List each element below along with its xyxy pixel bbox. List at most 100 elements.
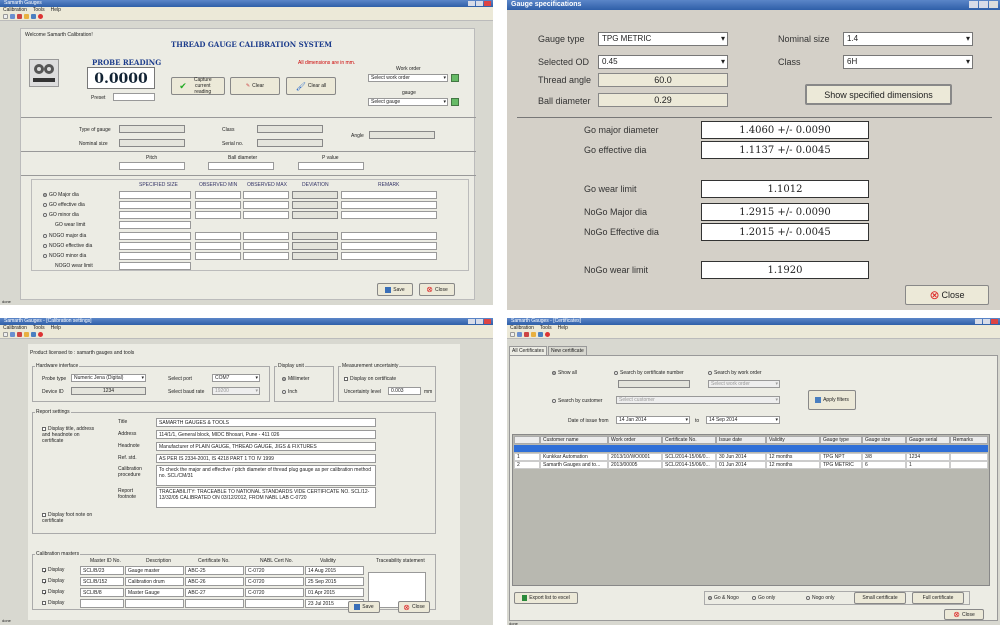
cell-nogo-2-2[interactable] [243,252,289,260]
cell-go-1-1[interactable] [195,201,241,209]
cell-go-1-2[interactable] [243,201,289,209]
master-cell-desc[interactable]: Gauge master [125,566,184,575]
cell-nogo-1-2[interactable] [243,242,289,250]
grid-cell[interactable]: SCL/2014-15/06/0... [662,461,716,469]
display-foot-checkbox[interactable]: Display foot note on certificate [42,512,102,524]
cell-go-1-4[interactable] [341,201,437,209]
grid-cell[interactable]: 01 Jun 2014 [716,461,766,469]
master-cell-nabl[interactable]: C-0720 [245,566,304,575]
grid-header[interactable]: Customer name [540,436,608,444]
maximize-button[interactable] [983,319,990,324]
gauge-select[interactable]: Select gauge [368,98,448,106]
row-label-nogo-1[interactable]: NOGO effective dia [43,243,92,249]
grid-cell[interactable]: 3/8 [862,453,906,461]
grid-header[interactable]: Gauge serial [906,436,950,444]
master-cell-cert[interactable]: ABC-27 [185,588,244,597]
grid-cell[interactable]: SCL/2014-15/06/0... [662,453,716,461]
row-label-go-0[interactable]: GO Major dia [43,192,79,198]
minimize-button[interactable] [468,319,475,324]
inch-radio[interactable]: Inch [282,389,297,395]
open-icon[interactable] [517,332,522,337]
window-controls[interactable] [969,1,998,8]
export-button[interactable]: Export list to excel [514,592,578,604]
gauge-icon[interactable] [524,332,529,337]
window-controls[interactable] [975,319,998,324]
new-row-indicator[interactable] [514,445,988,452]
cell-go-0-2[interactable] [243,191,289,199]
headnote-input[interactable]: Manufacturer of PLAIN GAUGE, THREAD GAUG… [156,442,376,451]
full-cert-button[interactable]: Full certificate [912,592,964,604]
cell-nogo-2-1[interactable] [195,252,241,260]
cell-nogo-2-4[interactable] [341,252,437,260]
cell-go-2-4[interactable] [341,211,437,219]
grid-cell[interactable]: 6 [862,461,906,469]
title-input[interactable]: SAMARTH GAUGES & TOOLS [156,418,376,427]
new-icon[interactable] [3,332,8,337]
row-label-go-1[interactable]: GO effective dia [43,202,85,208]
cell-nogo-1-1[interactable] [195,242,241,250]
save-button[interactable]: Save [377,283,413,296]
gauge-icon[interactable] [17,332,22,337]
user-icon[interactable] [24,332,29,337]
open-icon[interactable] [10,14,15,19]
grid-cell[interactable]: 12 months [766,453,820,461]
report-foot-input[interactable]: TRACEABILITY: TRACEABLE TO NATIONAL STAN… [156,487,376,508]
master-cell-id[interactable]: SCL/B/23 [80,566,124,575]
cell-nogo-0-1[interactable] [195,232,241,240]
master-display-checkbox[interactable]: ✓Display [42,578,64,586]
master-cell-nabl[interactable]: C-0720 [245,577,304,586]
menu-calibration[interactable]: Calibration [510,325,534,331]
menu-calibration[interactable]: Calibration [3,325,27,331]
baud-select[interactable]: 19200 [212,387,260,395]
menu-tools[interactable]: Tools [33,7,45,13]
master-cell-desc[interactable]: Calibration drum [125,577,184,586]
grid-cell[interactable]: TPG NPT [820,453,862,461]
grid-cell[interactable] [950,453,988,461]
uncertainty-input[interactable]: 0.003 [388,387,421,395]
grid-header[interactable]: Work order [608,436,662,444]
go-only-radio[interactable]: Go only [752,595,775,601]
nogo-only-radio[interactable]: Nogo only [806,595,835,601]
grid-cell[interactable]: 1 [514,453,540,461]
grid-cell[interactable]: 2013/10/WO0001 [608,453,662,461]
grid-cell[interactable]: 1 [906,461,950,469]
small-cert-button[interactable]: Small certificate [854,592,906,604]
clear-all-button[interactable]: 🖌 Clear all [286,77,336,95]
date-to-picker[interactable]: 14 Sep 2014 [706,416,780,424]
maximize-button[interactable] [476,319,483,324]
master-cell-cert[interactable]: ABC-25 [185,566,244,575]
window-controls[interactable] [468,1,491,6]
row-label-nogo-3[interactable]: NOGO wear limit [55,263,93,269]
close-window-button[interactable] [484,1,491,6]
close-window-button[interactable] [991,319,998,324]
window-controls[interactable] [468,319,491,324]
cell-go-0-1[interactable] [195,191,241,199]
user-icon[interactable] [24,14,29,19]
close-window-button[interactable] [484,319,491,324]
search-cert-radio[interactable]: Search by certificate number [614,370,684,376]
grid-header[interactable]: Gauge type [820,436,862,444]
port-select[interactable]: COM7 [212,374,260,382]
apply-filters-button[interactable]: Apply filters [808,390,856,410]
row-label-nogo-2[interactable]: NOGO minor dia [43,253,86,259]
address-input[interactable]: 114/1/1, General block, MIDC Bhosari, Pu… [156,430,376,439]
master-cell-nabl[interactable] [245,599,304,608]
grid-cell[interactable]: TPG METRIC [820,461,862,469]
close-button[interactable]: ⊗ Close [419,283,455,296]
display-title-checkbox[interactable]: Display title, address and headnote on c… [42,426,102,444]
row-label-go-3[interactable]: GO wear limit [55,222,85,228]
display-cert-checkbox[interactable]: Display on certificate [344,376,396,382]
master-cell-validity[interactable]: 14 Aug 2015 [305,566,364,575]
gauge-icon[interactable] [17,14,22,19]
grid-cell[interactable]: 2 [514,461,540,469]
grid-cell[interactable]: 1234 [906,453,950,461]
grid-header[interactable]: Issue date [716,436,766,444]
cell-go-0-4[interactable] [341,191,437,199]
minimize-button[interactable] [975,319,982,324]
row-label-nogo-0[interactable]: NOGO major dia [43,233,86,239]
menu-calibration[interactable]: Calibration [3,7,27,13]
grid-cell[interactable]: 12 months [766,461,820,469]
master-cell-id[interactable]: SCL/B/152 [80,577,124,586]
close-button[interactable]: ⊗ Close [398,601,430,613]
cell-nogo-0-2[interactable] [243,232,289,240]
